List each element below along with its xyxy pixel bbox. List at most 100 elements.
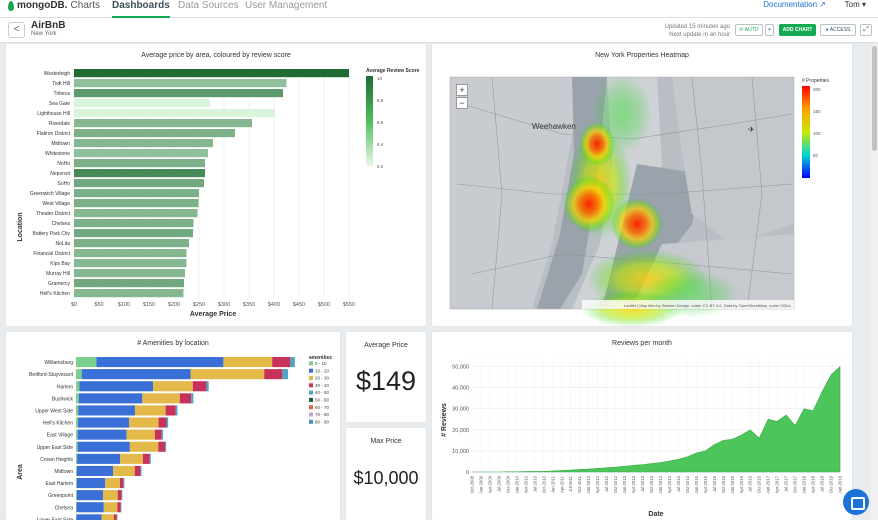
stacked-bar-segment[interactable] [192,381,207,392]
stacked-bar-segment[interactable] [76,478,106,489]
stacked-bar-segment[interactable] [223,357,273,368]
stacked-bar-segment[interactable] [81,369,191,380]
auto-refresh-dropdown[interactable]: ▾ [765,24,774,36]
stacked-bar-segment[interactable] [78,405,135,416]
stacked-bar-segment[interactable] [134,465,141,476]
stacked-bar-segment[interactable] [272,357,291,368]
stacked-bar-segment[interactable] [79,381,154,392]
stacked-bar-segment[interactable] [103,502,118,513]
bar[interactable] [74,189,199,198]
bar[interactable] [74,199,199,208]
zoom-out-button[interactable]: − [456,97,468,109]
stacked-bar-segment[interactable] [101,514,114,520]
bar[interactable] [74,209,198,218]
stacked-bar-segment[interactable] [175,405,178,416]
stacked-bar-segment[interactable] [165,441,167,452]
tab-data-sources[interactable]: Data Sources [178,0,239,18]
mongodb-logo[interactable]: mongoDB. Charts [8,0,100,11]
stacked-bar-segment[interactable] [76,381,80,392]
stacked-bar-segment[interactable] [142,453,150,464]
stacked-bar-segment[interactable] [120,478,124,489]
add-chart-button[interactable]: ADD CHART [779,24,816,36]
heatmap-map[interactable]: Weehawken ✈ Leaflet | Map tiles by Stame… [432,44,852,326]
tab-dashboards[interactable]: Dashboards [112,0,170,18]
stacked-bar-segment[interactable] [142,393,180,404]
stacked-bar-segment[interactable] [282,369,289,380]
stacked-bar-segment[interactable] [76,465,77,476]
stacked-bar-segment[interactable] [76,417,79,428]
bar[interactable] [74,79,287,88]
bar[interactable] [74,119,252,128]
documentation-link[interactable]: Documentation ↗ [763,0,826,9]
bar[interactable] [74,169,205,178]
stacked-bar-segment[interactable] [190,369,265,380]
stacked-bar-segment[interactable] [76,478,77,489]
stacked-bar-segment[interactable] [126,429,155,440]
fullscreen-button[interactable]: ⤢ [860,24,872,36]
bar[interactable] [74,139,213,148]
stacked-bar-segment[interactable] [76,369,82,380]
stacked-bar-segment[interactable] [76,502,104,513]
bar[interactable] [74,89,283,98]
bar[interactable] [74,179,204,188]
stacked-bar-segment[interactable] [76,514,102,520]
stacked-bar-segment[interactable] [153,381,193,392]
stacked-bar-segment[interactable] [120,453,143,464]
stacked-bar-segment[interactable] [264,369,283,380]
stacked-bar-segment[interactable] [129,441,159,452]
stacked-bar-segment[interactable] [76,393,79,404]
stacked-bar-segment[interactable] [78,417,130,428]
bar[interactable] [74,219,194,228]
stacked-bar-segment[interactable] [76,405,79,416]
stacked-bar-segment[interactable] [129,417,159,428]
bar[interactable] [74,229,193,238]
bar[interactable] [74,269,185,278]
bar[interactable] [74,279,184,288]
stacked-bar-segment[interactable] [165,405,176,416]
stacked-bar-segment[interactable] [77,429,127,440]
stacked-bar-segment[interactable] [158,441,166,452]
stacked-bar-segment[interactable] [116,514,118,520]
stacked-bar-segment[interactable] [140,465,142,476]
tab-user-management[interactable]: User Management [245,0,327,18]
stacked-bar-segment[interactable] [76,490,77,501]
stacked-bar-segment[interactable] [113,514,117,520]
stacked-bar-segment[interactable] [76,429,78,440]
bar[interactable] [74,109,275,118]
bar[interactable] [74,239,189,248]
stacked-bar-segment[interactable] [117,490,122,501]
stacked-bar-segment[interactable] [166,417,169,428]
stacked-bar-segment[interactable] [123,478,125,489]
stacked-bar-segment[interactable] [76,453,78,464]
bar[interactable] [74,99,210,108]
stacked-bar-segment[interactable] [76,502,77,513]
bar[interactable] [74,159,205,168]
stacked-bar-segment[interactable] [134,405,166,416]
stacked-bar-segment[interactable] [76,465,114,476]
stacked-bar-segment[interactable] [105,478,120,489]
stacked-bar-segment[interactable] [154,429,162,440]
stacked-bar-segment[interactable] [96,357,224,368]
back-button[interactable]: < [8,22,25,38]
stacked-bar-segment[interactable] [76,441,78,452]
stacked-bar-segment[interactable] [76,514,77,520]
bar[interactable] [74,259,187,268]
stacked-bar-segment[interactable] [77,453,121,464]
stacked-bar-segment[interactable] [161,429,163,440]
zoom-in-button[interactable]: + [456,84,468,96]
stacked-bar-segment[interactable] [121,490,123,501]
scrollbar-thumb[interactable] [872,46,877,151]
stacked-bar-segment[interactable] [76,490,103,501]
bar[interactable] [74,129,235,138]
stacked-bar-segment[interactable] [149,453,151,464]
user-menu[interactable]: Tom ▾ [845,0,866,9]
bar[interactable] [74,149,208,158]
chat-icon[interactable] [843,489,869,515]
stacked-bar-segment[interactable] [290,357,295,368]
bar[interactable] [74,69,349,78]
stacked-bar-segment[interactable] [206,381,209,392]
stacked-bar-segment[interactable] [179,393,192,404]
area-series[interactable] [472,365,841,473]
stacked-bar-segment[interactable] [117,502,121,513]
stacked-bar-segment[interactable] [102,490,118,501]
